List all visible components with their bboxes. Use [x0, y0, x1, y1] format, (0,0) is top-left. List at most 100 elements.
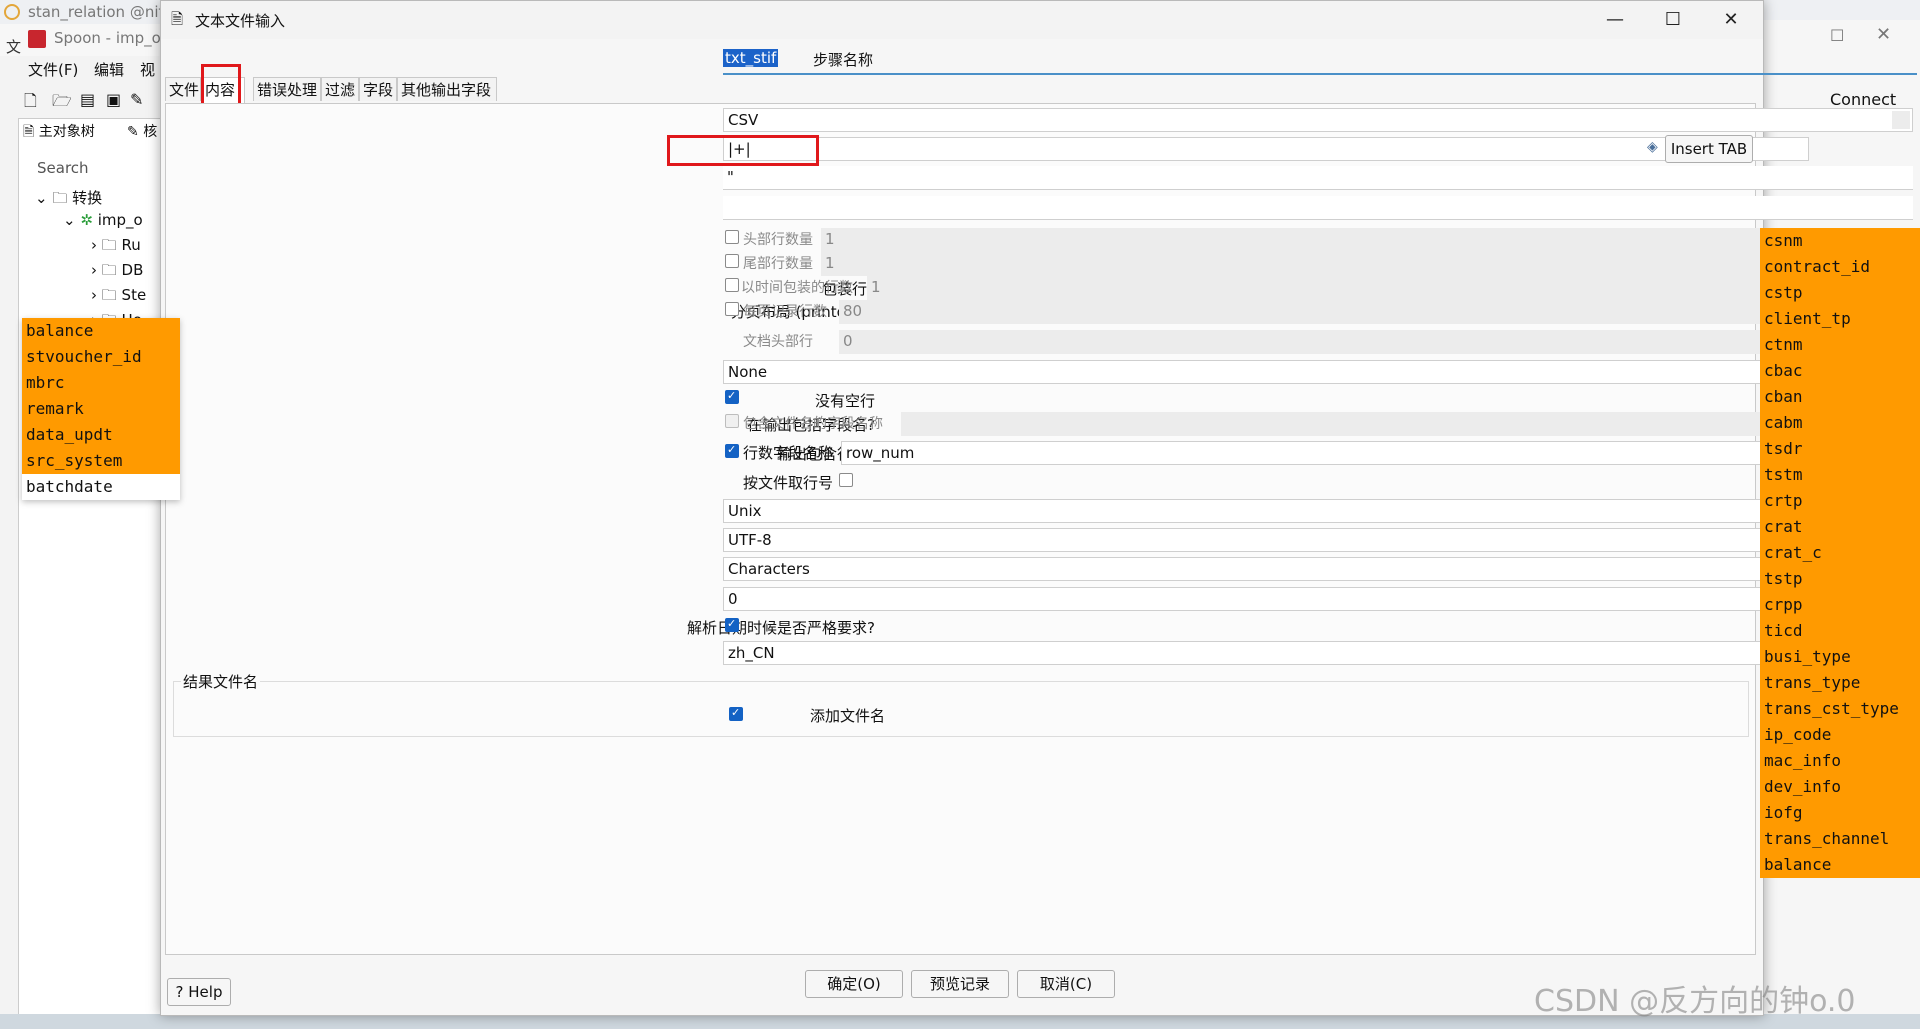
tree-item-transform[interactable]: ⌄ 🗀 转换	[35, 187, 102, 213]
list-item[interactable]: trans_channel	[1760, 826, 1920, 852]
menu-edit[interactable]: 编辑	[94, 59, 124, 80]
row-limit-input[interactable]: 0	[723, 587, 1913, 611]
left-field-list-popup: balance stvoucher_id mbrc remark data_up…	[22, 318, 180, 500]
header-checkbox[interactable]	[725, 230, 739, 244]
wrap-rows-input[interactable]: 1	[867, 276, 1913, 300]
bg-close-icon: ✕	[1876, 24, 1892, 45]
list-item[interactable]: trans_cst_type	[1760, 696, 1920, 722]
list-item[interactable]: balance	[1760, 852, 1920, 878]
tab-main-tree[interactable]: 🗎 主对象树	[23, 121, 95, 145]
list-item[interactable]: crtp	[1760, 488, 1920, 514]
explore-icon[interactable]: ▤	[80, 90, 95, 109]
list-item[interactable]: balance	[22, 318, 180, 344]
cancel-button[interactable]: 取消(C)	[1017, 970, 1115, 998]
tab-filter[interactable]: 过滤	[321, 77, 359, 101]
format-select[interactable]: Unix	[723, 499, 1913, 523]
close-icon[interactable]: ✕	[1711, 7, 1751, 33]
open-folder-icon[interactable]: 🗁	[52, 90, 72, 117]
tree-search-input[interactable]: Search	[37, 159, 89, 177]
tab-core-objects[interactable]: ✎ 核	[127, 121, 157, 141]
list-item[interactable]: crat_c	[1760, 540, 1920, 566]
menu-file[interactable]: 文件(F)	[28, 59, 78, 80]
tree-item-run[interactable]: › 🗀 Ru	[91, 235, 141, 260]
tab-file[interactable]: 文件	[165, 77, 201, 101]
list-item[interactable]: contract_id	[1760, 254, 1920, 280]
side-menu-char: 文	[6, 38, 22, 56]
tab-error-handling[interactable]: 错误处理	[253, 77, 321, 101]
length-select[interactable]: Characters	[723, 557, 1913, 581]
rownum-checkbox[interactable]	[725, 443, 739, 458]
tab-other-output-fields[interactable]: 其他输出字段	[397, 77, 497, 101]
list-item[interactable]: trans_type	[1760, 670, 1920, 696]
file-type-select[interactable]: CSV	[723, 108, 1913, 132]
connect-button[interactable]: Connect	[1830, 90, 1896, 109]
wrap-checkbox[interactable]	[725, 278, 739, 292]
list-item[interactable]: cstp	[1760, 280, 1920, 306]
minimize-icon[interactable]: —	[1595, 7, 1635, 33]
new-file-icon[interactable]: 🗋	[24, 90, 37, 117]
rownum-field-input[interactable]: row_num	[841, 441, 1913, 465]
result-filename-title: 结果文件名	[181, 671, 261, 692]
list-item[interactable]: busi_type	[1760, 644, 1920, 670]
list-item[interactable]: cbac	[1760, 358, 1920, 384]
right-field-list-popup: csnm contract_id cstp client_tp ctnm cba…	[1760, 228, 1920, 878]
list-item[interactable]: cban	[1760, 384, 1920, 410]
rownum-per-file-checkbox[interactable]	[839, 473, 853, 487]
list-item[interactable]: batchdate	[22, 474, 180, 500]
list-item[interactable]: ip_code	[1760, 722, 1920, 748]
list-item[interactable]: cabm	[1760, 410, 1920, 436]
list-item[interactable]: dev_info	[1760, 774, 1920, 800]
list-item[interactable]: remark	[22, 396, 180, 422]
list-item[interactable]: client_tp	[1760, 306, 1920, 332]
header-rows-input[interactable]: 1	[821, 228, 1913, 252]
save-as-icon[interactable]: ✎	[130, 90, 143, 109]
save-icon[interactable]: ▣	[106, 90, 121, 109]
compression-select[interactable]: None	[723, 360, 1913, 384]
list-item[interactable]: mac_info	[1760, 748, 1920, 774]
object-tree-panel: 🗎 主对象树 ✎ 核 Search ⌄ 🗀 转换 ⌄ ✲ imp_o › 🗀 R…	[18, 118, 170, 1020]
list-item[interactable]: csnm	[1760, 228, 1920, 254]
text-file-input-icon: 🗎	[171, 10, 184, 28]
tree-item-db[interactable]: › 🗀 DB	[91, 260, 143, 285]
file-type-value: CSV	[728, 111, 759, 129]
dialog-title: 文本文件输入	[195, 12, 286, 30]
lenient-date-label: 解析日期时候是否严格要求?	[687, 619, 875, 637]
list-item[interactable]: ctnm	[1760, 332, 1920, 358]
paged-layout-checkbox[interactable]	[725, 302, 739, 316]
list-item[interactable]: src_system	[22, 448, 180, 474]
include-filename-checkbox[interactable]	[725, 414, 739, 428]
tree-item-transformation[interactable]: ⌄ ✲ imp_o	[63, 211, 143, 229]
lenient-date-checkbox[interactable]	[725, 617, 739, 632]
no-empty-rows-checkbox[interactable]	[725, 389, 739, 404]
dialog-title-bar: 🗎 文本文件输入 — ☐ ✕	[161, 1, 1763, 39]
list-item[interactable]: tstm	[1760, 462, 1920, 488]
list-item[interactable]: crpp	[1760, 592, 1920, 618]
page-rows-input[interactable]: 80	[839, 300, 1913, 324]
tree-item-steps[interactable]: › 🗀 Ste	[91, 285, 146, 310]
maximize-icon[interactable]: ☐	[1653, 7, 1693, 33]
list-item[interactable]: stvoucher_id	[22, 344, 180, 370]
enclosure-input[interactable]: "	[723, 166, 1913, 190]
list-item[interactable]: tstp	[1760, 566, 1920, 592]
list-item[interactable]: crat	[1760, 514, 1920, 540]
doc-header-input[interactable]: 0	[839, 330, 1913, 354]
list-item[interactable]: ticd	[1760, 618, 1920, 644]
list-item[interactable]: data_updt	[22, 422, 180, 448]
insert-tab-button[interactable]: Insert TAB	[1665, 135, 1753, 163]
list-item[interactable]: iofg	[1760, 800, 1920, 826]
help-button[interactable]: ? Help	[167, 978, 231, 1006]
footer-checkbox[interactable]	[725, 254, 739, 268]
date-locale-select[interactable]: zh_CN	[723, 641, 1913, 665]
encoding-select[interactable]: UTF-8	[723, 528, 1913, 552]
background-title: stan_relation @nif_b	[28, 3, 181, 21]
footer-rows-input[interactable]: 1	[821, 252, 1913, 276]
step-name-input[interactable]: txt_stif	[723, 47, 1917, 75]
list-item[interactable]: mbrc	[22, 370, 180, 396]
ok-button[interactable]: 确定(O)	[805, 970, 903, 998]
menu-view[interactable]: 视	[140, 59, 155, 80]
tab-fields[interactable]: 字段	[359, 77, 397, 101]
add-filename-checkbox[interactable]	[729, 706, 743, 721]
list-item[interactable]: tsdr	[1760, 436, 1920, 462]
preview-button[interactable]: 预览记录	[911, 970, 1009, 998]
escape-input[interactable]	[723, 196, 1913, 220]
